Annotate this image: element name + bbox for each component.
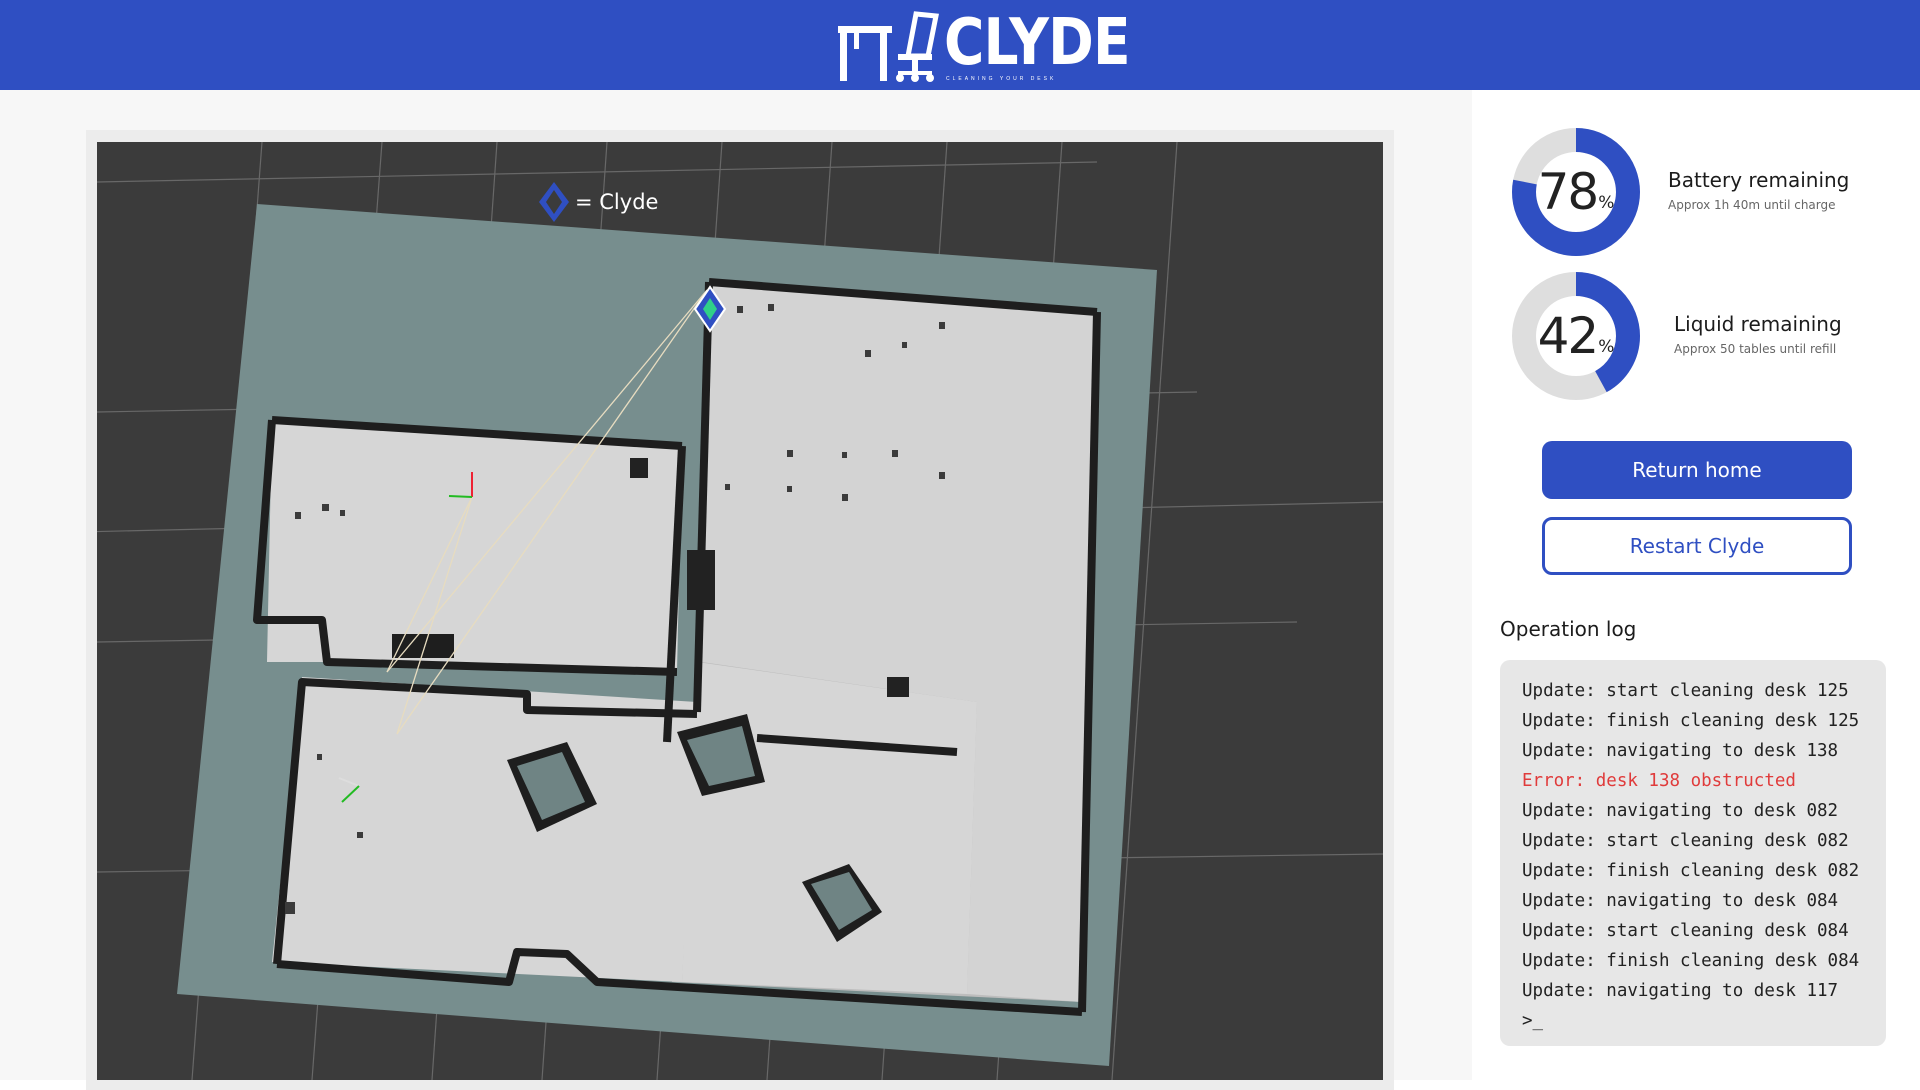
battery-status: 78 % Battery remaining Approx 1h 40m unt… (1510, 126, 1910, 258)
occupancy-map[interactable]: = Clyde (97, 142, 1383, 1080)
operation-log[interactable]: Update: start cleaning desk 125 Update: f… (1500, 660, 1886, 1046)
log-line: Update: finish cleaning desk 125 (1522, 711, 1860, 731)
battery-unit: % (1598, 193, 1615, 213)
clyde-logo[interactable]: CLYDE CLEANING YOUR DESK (836, 6, 1131, 86)
desk-chair-icon (838, 11, 939, 82)
brand-tagline: CLEANING YOUR DESK (946, 76, 1057, 82)
battery-percent: 78 (1537, 163, 1600, 221)
return-home-button[interactable]: Return home (1542, 441, 1852, 499)
battery-subtitle: Approx 1h 40m until charge (1668, 198, 1836, 212)
diamond-marker-icon (539, 182, 569, 222)
log-error-line: Error: desk 138 obstructed (1522, 771, 1796, 791)
status-panel: 78 % Battery remaining Approx 1h 40m unt… (1472, 90, 1920, 1080)
log-line: Update: navigating to desk 117 (1522, 981, 1839, 1001)
log-line: Update: start cleaning desk 125 (1522, 681, 1849, 701)
log-line: Update: start cleaning desk 082 (1522, 831, 1849, 851)
liquid-value: 42 % (1510, 270, 1642, 402)
log-line: Update: start cleaning desk 084 (1522, 921, 1849, 941)
log-line: Update: navigating to desk 138 (1522, 741, 1839, 761)
log-prompt: >_ (1522, 1011, 1544, 1031)
log-line: Update: navigating to desk 084 (1522, 891, 1839, 911)
brand-wordmark: CLYDE (944, 6, 1131, 80)
map-legend-label: = Clyde (575, 190, 658, 214)
log-line: Update: navigating to desk 082 (1522, 801, 1839, 821)
liquid-percent: 42 (1537, 307, 1600, 365)
battery-title: Battery remaining (1668, 168, 1850, 192)
map-graphic: = Clyde (97, 142, 1383, 1080)
log-line: Update: finish cleaning desk 082 (1522, 861, 1860, 881)
log-line: Update: finish cleaning desk 084 (1522, 951, 1860, 971)
app-header: CLYDE CLEANING YOUR DESK (0, 0, 1920, 90)
liquid-subtitle: Approx 50 tables until refill (1674, 342, 1837, 356)
liquid-status: 42 % Liquid remaining Approx 50 tables u… (1510, 270, 1910, 402)
battery-value: 78 % (1510, 126, 1642, 258)
liquid-unit: % (1598, 337, 1615, 357)
operation-log-title: Operation log (1500, 617, 1637, 641)
liquid-title: Liquid remaining (1674, 312, 1842, 336)
restart-clyde-button[interactable]: Restart Clyde (1542, 517, 1852, 575)
